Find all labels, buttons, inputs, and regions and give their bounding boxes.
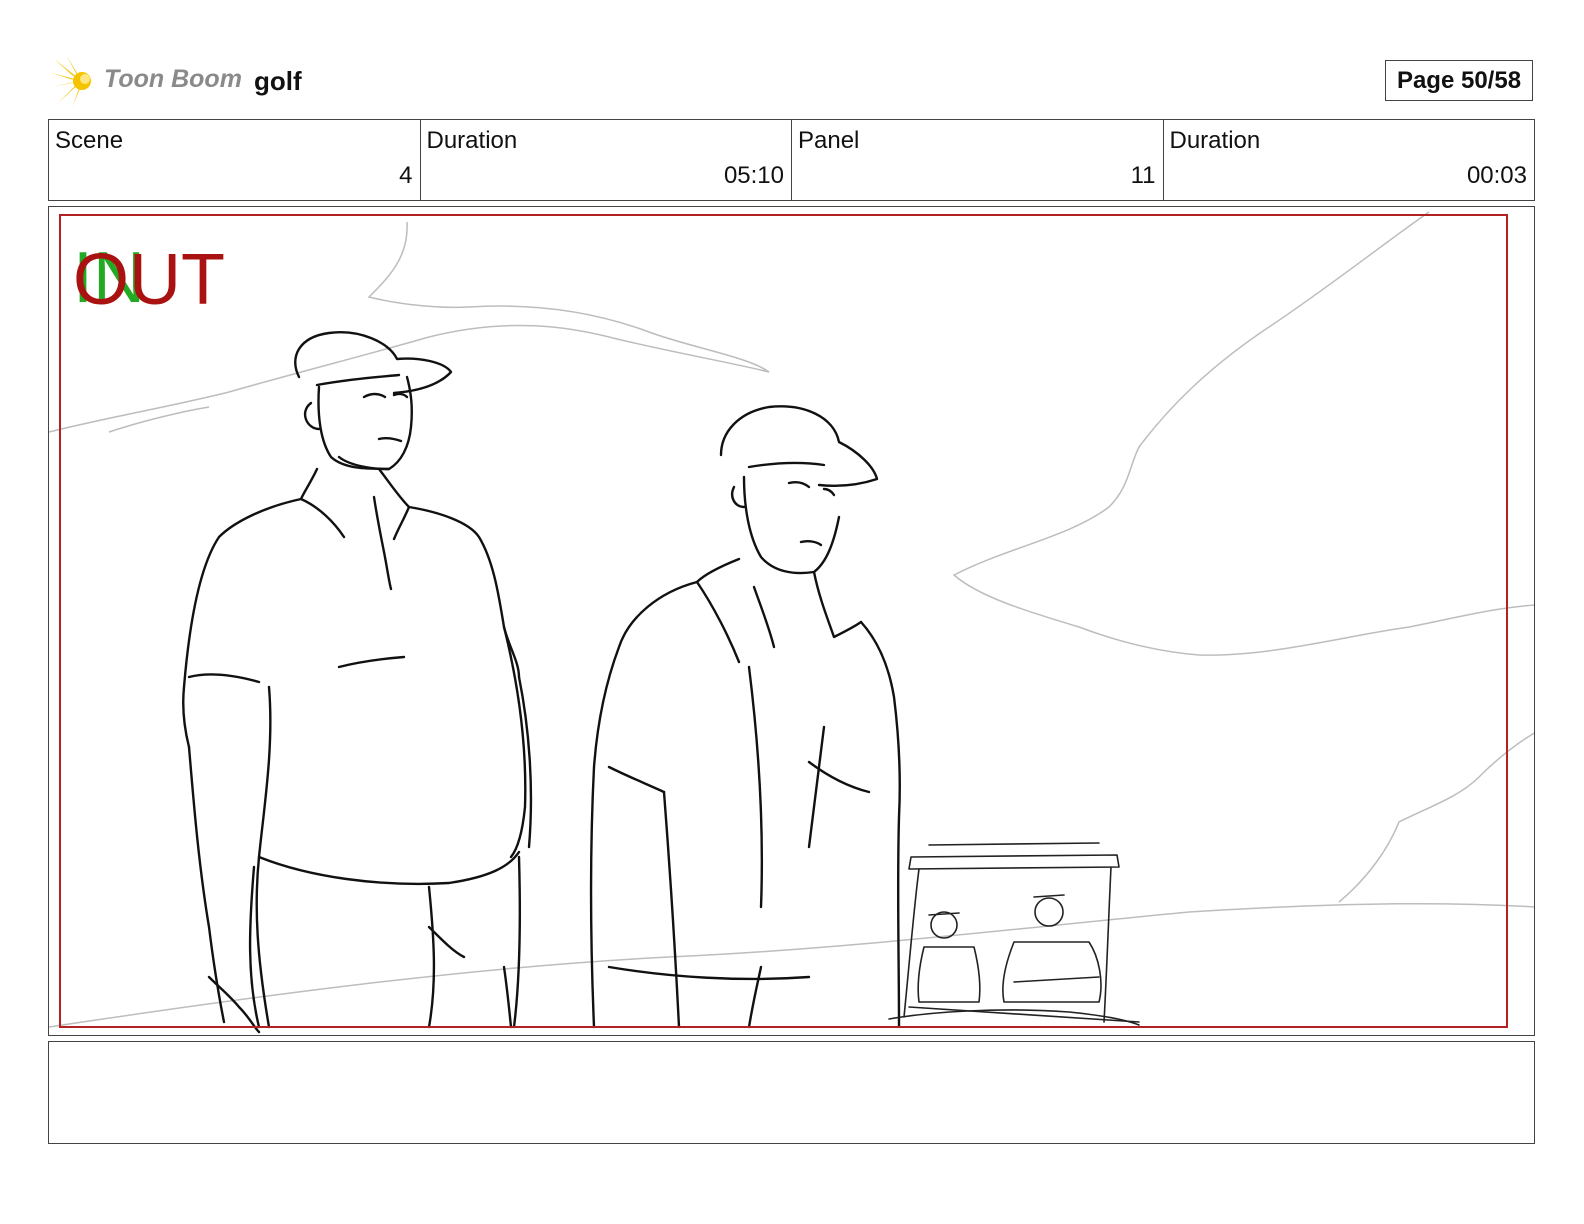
scene-duration-label: Duration — [426, 127, 518, 154]
scene-label: Scene — [55, 127, 124, 154]
safe-frame — [59, 214, 1508, 1028]
panel-duration-label: Duration — [1169, 127, 1261, 154]
storyboard-panel: IN OUT — [48, 206, 1535, 1036]
panel-label: Panel — [798, 127, 860, 154]
scene-value: 4 — [399, 162, 413, 189]
character-large-golfer — [182, 331, 533, 1034]
toon-boom-logo: Toon Boom — [52, 55, 242, 107]
panel-sketch: IN OUT — [49, 211, 1534, 1034]
scene-cell: Scene 4 — [49, 120, 421, 200]
info-bar: Scene 4 Duration 05:10 Panel 11 Duration… — [48, 119, 1535, 201]
character-thin-golfer — [589, 405, 901, 1029]
project-title: golf — [254, 66, 302, 96]
page-indicator: Page 50/58 — [1385, 60, 1533, 101]
panel-duration-cell: Duration 00:03 — [1164, 120, 1535, 200]
out-mark: OUT — [73, 240, 225, 320]
golf-cart-sketch — [888, 842, 1140, 1026]
panel-value: 11 — [1130, 162, 1156, 189]
cloud-sketch — [49, 211, 1534, 1028]
panel-cell: Panel 11 — [792, 120, 1164, 200]
scene-duration-value: 05:10 — [723, 162, 784, 189]
panel-duration-value: 00:03 — [1466, 162, 1527, 189]
scene-duration-cell: Duration 05:10 — [421, 120, 792, 200]
panel-notes — [48, 1041, 1535, 1144]
logo-text: Toon Boom — [104, 65, 242, 93]
sunburst-icon — [52, 55, 91, 107]
